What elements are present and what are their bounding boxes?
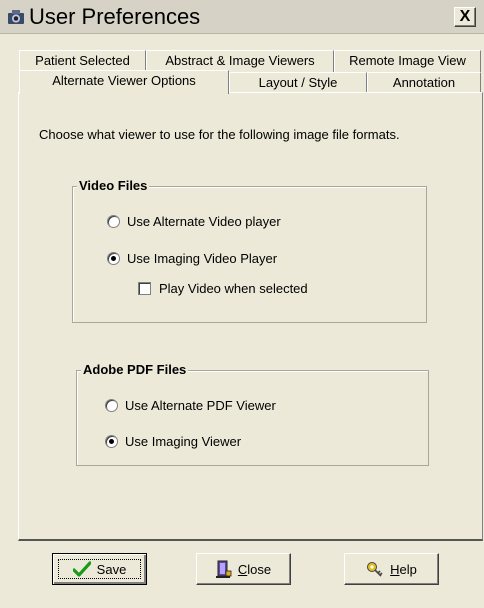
tab-alternate-viewer-options[interactable]: Alternate Viewer Options xyxy=(19,70,229,94)
checkbox-label: Play Video when selected xyxy=(159,281,308,296)
title-bar: User Preferences X xyxy=(0,0,484,34)
tab-abstract-image-viewers[interactable]: Abstract & Image Viewers xyxy=(146,50,334,72)
close-button[interactable]: Close xyxy=(196,553,291,585)
radio-button-selected[interactable] xyxy=(105,434,118,448)
door-exit-icon xyxy=(215,560,232,578)
window-close-button[interactable]: X xyxy=(454,7,476,27)
save-button[interactable]: Save xyxy=(52,553,147,585)
video-files-legend: Video Files xyxy=(77,178,150,194)
tab-remote-image-view[interactable]: Remote Image View xyxy=(334,50,481,72)
radio-use-alternate-pdf-viewer[interactable]: Use Alternate PDF Viewer xyxy=(105,397,276,415)
preferences-window: Patient Selected Abstract & Image Viewer… xyxy=(0,34,484,608)
tab-layout-style[interactable]: Layout / Style xyxy=(229,72,367,94)
close-button-label: Close xyxy=(237,561,272,577)
radio-button-selected[interactable] xyxy=(107,251,120,265)
help-button-label: Help xyxy=(390,561,417,577)
tab-patient-selected[interactable]: Patient Selected xyxy=(19,50,146,72)
radio-button[interactable] xyxy=(105,398,118,412)
radio-button[interactable] xyxy=(107,214,120,228)
tab-annotation[interactable]: Annotation xyxy=(367,72,481,94)
tab-panel-alternate-viewer-options: Choose what viewer to use for the follow… xyxy=(18,92,483,541)
help-button[interactable]: Help xyxy=(344,553,439,585)
help-key-icon xyxy=(366,561,384,577)
checkbox-play-video-when-selected[interactable]: Play Video when selected xyxy=(138,280,308,298)
adobe-pdf-files-legend: Adobe PDF Files xyxy=(81,362,189,378)
radio-use-imaging-viewer[interactable]: Use Imaging Viewer xyxy=(105,433,241,451)
radio-label: Use Alternate Video player xyxy=(127,214,281,229)
video-files-group: Video Files Use Alternate Video player U… xyxy=(72,178,427,323)
window-title: User Preferences xyxy=(29,4,201,29)
camera-icon xyxy=(8,10,24,24)
radio-use-imaging-video-player[interactable]: Use Imaging Video Player xyxy=(107,250,277,268)
intro-text: Choose what viewer to use for the follow… xyxy=(39,127,400,142)
radio-label: Use Imaging Viewer xyxy=(125,434,242,449)
radio-label: Use Alternate PDF Viewer xyxy=(125,398,276,413)
checkbox[interactable] xyxy=(138,281,151,295)
focus-rectangle xyxy=(58,559,141,579)
radio-label: Use Imaging Video Player xyxy=(127,251,278,266)
adobe-pdf-files-group: Adobe PDF Files Use Alternate PDF Viewer… xyxy=(76,362,429,466)
radio-use-alternate-video-player[interactable]: Use Alternate Video player xyxy=(107,213,281,231)
